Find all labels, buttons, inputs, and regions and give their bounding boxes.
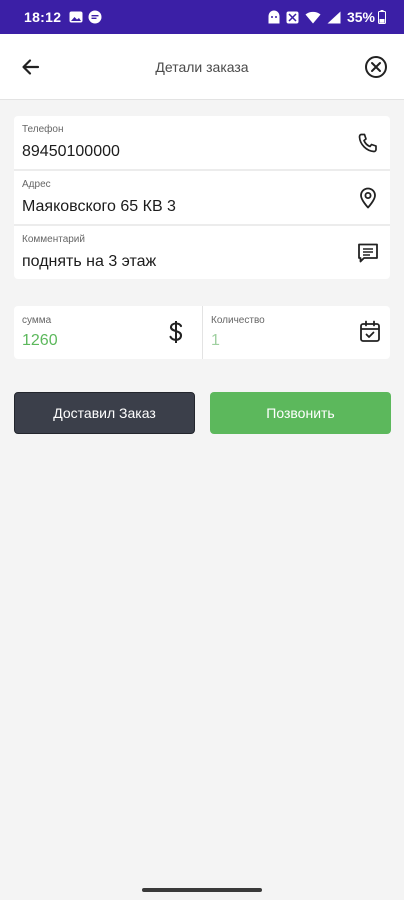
chat-icon	[88, 10, 102, 24]
phone-field[interactable]: Телефон 89450100000	[14, 116, 390, 169]
quantity-value: 1	[211, 332, 220, 349]
gesture-bar	[0, 878, 404, 900]
summary-row: сумма 1260 Количество 1	[14, 306, 390, 359]
gallery-icon	[69, 11, 83, 23]
battery-icon	[378, 10, 386, 24]
comment-label: Комментарий	[22, 234, 85, 245]
battery-percent: 35%	[346, 9, 375, 25]
address-field[interactable]: Адрес Маяковского 65 КВ 3	[14, 171, 390, 224]
address-label: Адрес	[22, 179, 51, 190]
close-icon[interactable]	[364, 55, 388, 79]
delivered-order-button[interactable]: Доставил Заказ	[14, 392, 195, 434]
dollar-icon	[164, 319, 188, 345]
page-title: Детали заказа	[155, 58, 249, 75]
message-icon[interactable]	[356, 241, 380, 265]
phone-label: Телефон	[22, 124, 64, 135]
status-time: 18:12	[24, 9, 62, 25]
comment-value: поднять на 3 этаж	[22, 253, 157, 270]
wifi-icon	[305, 11, 321, 24]
signal-icon	[327, 11, 341, 24]
address-value: Маяковского 65 КВ 3	[22, 198, 176, 215]
sum-field[interactable]: сумма 1260	[14, 306, 202, 359]
alarm-icon	[286, 11, 299, 24]
home-handle[interactable]	[142, 888, 262, 892]
phone-icon[interactable]	[356, 131, 380, 155]
quantity-field[interactable]: Количество 1	[202, 306, 390, 359]
face-icon	[268, 10, 280, 24]
phone-value: 89450100000	[22, 143, 120, 160]
app-bar: Детали заказа	[0, 34, 404, 100]
comment-field[interactable]: Комментарий поднять на 3 этаж	[14, 226, 390, 279]
status-bar: 18:12 35%	[0, 0, 404, 34]
location-pin-icon[interactable]	[356, 186, 380, 210]
quantity-label: Количество	[211, 315, 265, 326]
back-arrow-icon[interactable]	[18, 54, 44, 80]
call-button[interactable]: Позвонить	[210, 392, 391, 434]
calendar-check-icon	[358, 319, 382, 345]
